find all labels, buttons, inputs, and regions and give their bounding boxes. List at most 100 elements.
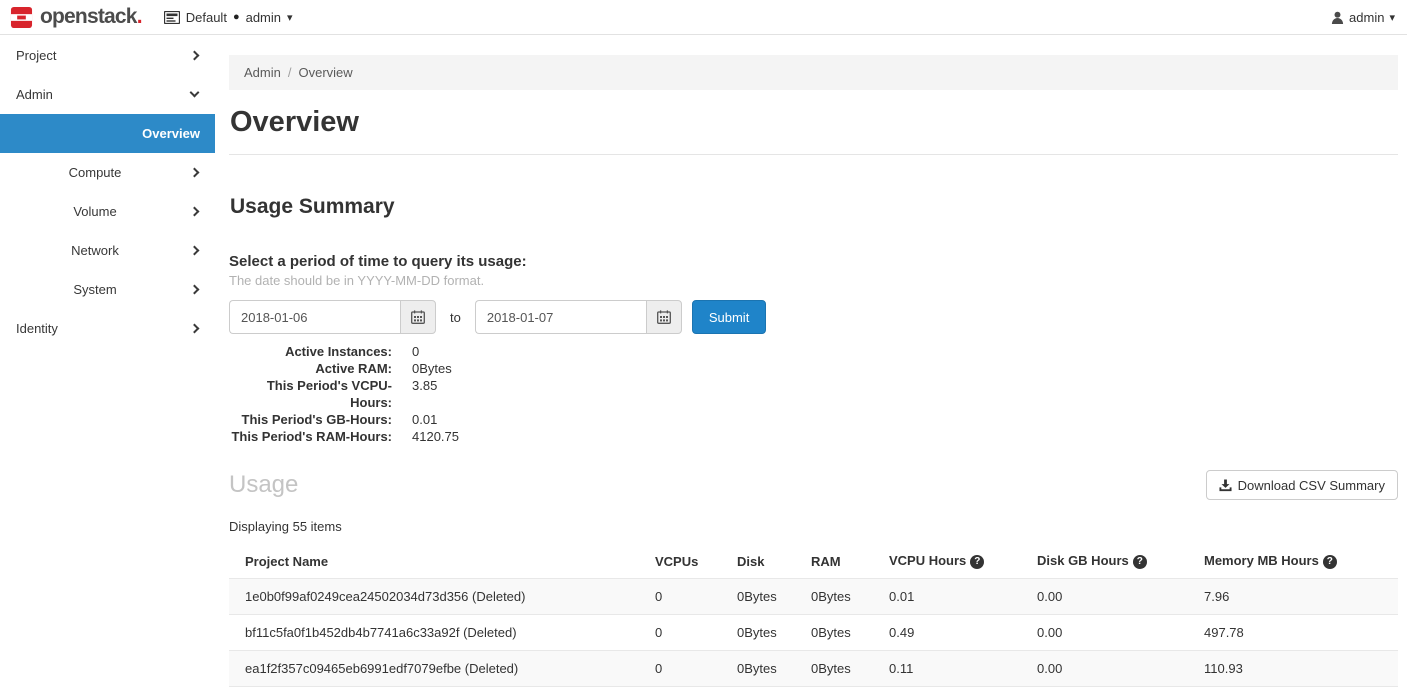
- submit-button[interactable]: Submit: [692, 300, 766, 334]
- cell-vcpus: 0: [647, 579, 729, 615]
- usage-table: Project Name VCPUs Disk RAM VCPU Hours? …: [229, 544, 1398, 687]
- sidebar-item-label: Compute: [0, 165, 190, 180]
- sidebar-item-network[interactable]: Network: [0, 231, 215, 270]
- cell-vcpu-hours: 0.01: [881, 579, 1029, 615]
- col-vcpus: VCPUs: [647, 544, 729, 579]
- stat-value: 3.85: [412, 377, 437, 411]
- col-vcpu-hours: VCPU Hours?: [881, 544, 1029, 579]
- table-row: 1e0b0f99af0249cea24502034d73d356 (Delete…: [229, 579, 1398, 615]
- sidebar-item-label: Volume: [0, 204, 190, 219]
- page-title: Overview: [230, 106, 1398, 139]
- context-bullet: ●: [233, 11, 240, 23]
- date-from-input[interactable]: [229, 300, 400, 334]
- sidebar-item-compute[interactable]: Compute: [0, 153, 215, 192]
- stat-label: This Period's RAM-Hours:: [229, 428, 392, 445]
- table-row: ea1f2f357c09465eb6991edf7079efbe (Delete…: [229, 651, 1398, 687]
- sidebar-item-label: Network: [0, 243, 190, 258]
- breadcrumb-separator: /: [288, 65, 292, 80]
- caret-down-icon: ▾: [1389, 11, 1395, 24]
- help-icon[interactable]: ?: [970, 555, 984, 569]
- chevron-right-icon: [190, 246, 200, 256]
- usage-stats: Active Instances: 0 Active RAM: 0Bytes T…: [229, 343, 1398, 445]
- cell-vcpus: 0: [647, 615, 729, 651]
- openstack-logo-icon: [10, 6, 33, 29]
- top-navbar: openstack. Default ● admin ▾ admi: [0, 0, 1407, 35]
- usage-summary-heading: Usage Summary: [230, 195, 1398, 219]
- sidebar-item-admin[interactable]: Admin: [0, 75, 215, 114]
- sidebar-item-identity[interactable]: Identity: [0, 309, 215, 348]
- col-disk-gb-hours: Disk GB Hours?: [1029, 544, 1196, 579]
- cell-disk-gb-hours: 0.00: [1029, 615, 1196, 651]
- stat-label: This Period's GB-Hours:: [229, 411, 392, 428]
- stat-label: Active RAM:: [229, 360, 392, 377]
- stat-gb-hours: This Period's GB-Hours: 0.01: [229, 411, 1398, 428]
- chevron-right-icon: [190, 207, 200, 217]
- breadcrumb-current: Overview: [298, 65, 352, 80]
- divider: [229, 154, 1398, 155]
- user-menu[interactable]: admin ▾: [1331, 10, 1395, 25]
- item-count: Displaying 55 items: [229, 519, 1398, 534]
- breadcrumb-admin[interactable]: Admin: [244, 65, 281, 80]
- download-csv-button[interactable]: Download CSV Summary: [1206, 470, 1398, 500]
- cell-memory-mb-hours: 497.78: [1196, 615, 1398, 651]
- context-project: admin: [246, 10, 281, 25]
- cell-project-name: bf11c5fa0f1b452db4b7741a6c33a92f (Delete…: [229, 615, 647, 651]
- cell-disk: 0Bytes: [729, 615, 803, 651]
- context-switcher[interactable]: Default ● admin ▾: [164, 10, 293, 25]
- cell-ram: 0Bytes: [803, 651, 881, 687]
- date-to-input[interactable]: [475, 300, 646, 334]
- cell-disk: 0Bytes: [729, 579, 803, 615]
- stat-value: 0.01: [412, 411, 437, 428]
- sidebar-item-label: System: [0, 282, 190, 297]
- col-project-name: Project Name: [229, 544, 647, 579]
- sidebar-item-label: Project: [0, 48, 56, 63]
- stat-ram-hours: This Period's RAM-Hours: 4120.75: [229, 428, 1398, 445]
- stat-active-ram: Active RAM: 0Bytes: [229, 360, 1398, 377]
- sidebar-item-label: Identity: [0, 321, 58, 336]
- sidebar-item-overview[interactable]: Overview: [0, 114, 215, 153]
- cell-disk-gb-hours: 0.00: [1029, 579, 1196, 615]
- table-header-row: Project Name VCPUs Disk RAM VCPU Hours? …: [229, 544, 1398, 579]
- date-to-group: [475, 300, 682, 334]
- date-range-form: to Submit: [229, 300, 1398, 334]
- col-disk: Disk: [729, 544, 803, 579]
- sidebar-item-project[interactable]: Project: [0, 36, 215, 75]
- date-form-hint: The date should be in YYYY-MM-DD format.: [229, 273, 1398, 288]
- help-icon[interactable]: ?: [1133, 555, 1147, 569]
- stat-label: Active Instances:: [229, 343, 392, 360]
- stat-label: This Period's VCPU-Hours:: [229, 377, 392, 411]
- sidebar-item-label: Overview: [142, 126, 200, 141]
- sidebar-item-system[interactable]: System: [0, 270, 215, 309]
- date-form-title: Select a period of time to query its usa…: [229, 253, 1398, 270]
- user-name: admin: [1349, 10, 1384, 25]
- calendar-icon[interactable]: [646, 300, 682, 334]
- brand-wordmark: openstack.: [40, 5, 142, 29]
- chevron-right-icon: [190, 51, 200, 61]
- stat-value: 0: [412, 343, 419, 360]
- sidebar-item-volume[interactable]: Volume: [0, 192, 215, 231]
- cell-disk-gb-hours: 0.00: [1029, 651, 1196, 687]
- domain-list-icon: [164, 11, 180, 24]
- cell-project-name: 1e0b0f99af0249cea24502034d73d356 (Delete…: [229, 579, 647, 615]
- help-icon[interactable]: ?: [1323, 555, 1337, 569]
- user-icon: [1331, 11, 1344, 24]
- cell-memory-mb-hours: 110.93: [1196, 651, 1398, 687]
- caret-down-icon: ▾: [287, 11, 293, 24]
- calendar-icon[interactable]: [400, 300, 436, 334]
- chevron-right-icon: [190, 324, 200, 334]
- cell-vcpus: 0: [647, 651, 729, 687]
- stat-vcpu-hours: This Period's VCPU-Hours: 3.85: [229, 377, 1398, 411]
- col-memory-mb-hours: Memory MB Hours?: [1196, 544, 1398, 579]
- to-label: to: [450, 310, 461, 325]
- cell-memory-mb-hours: 7.96: [1196, 579, 1398, 615]
- usage-table-heading: Usage: [229, 470, 298, 500]
- cell-project-name: ea1f2f357c09465eb6991edf7079efbe (Delete…: [229, 651, 647, 687]
- sidebar-nav: Project Admin Overview Compute Volume Ne…: [0, 36, 215, 348]
- openstack-brand[interactable]: openstack.: [10, 5, 142, 29]
- col-ram: RAM: [803, 544, 881, 579]
- stat-value: 4120.75: [412, 428, 459, 445]
- chevron-down-icon: [190, 88, 200, 98]
- cell-ram: 0Bytes: [803, 615, 881, 651]
- cell-vcpu-hours: 0.49: [881, 615, 1029, 651]
- chevron-right-icon: [190, 285, 200, 295]
